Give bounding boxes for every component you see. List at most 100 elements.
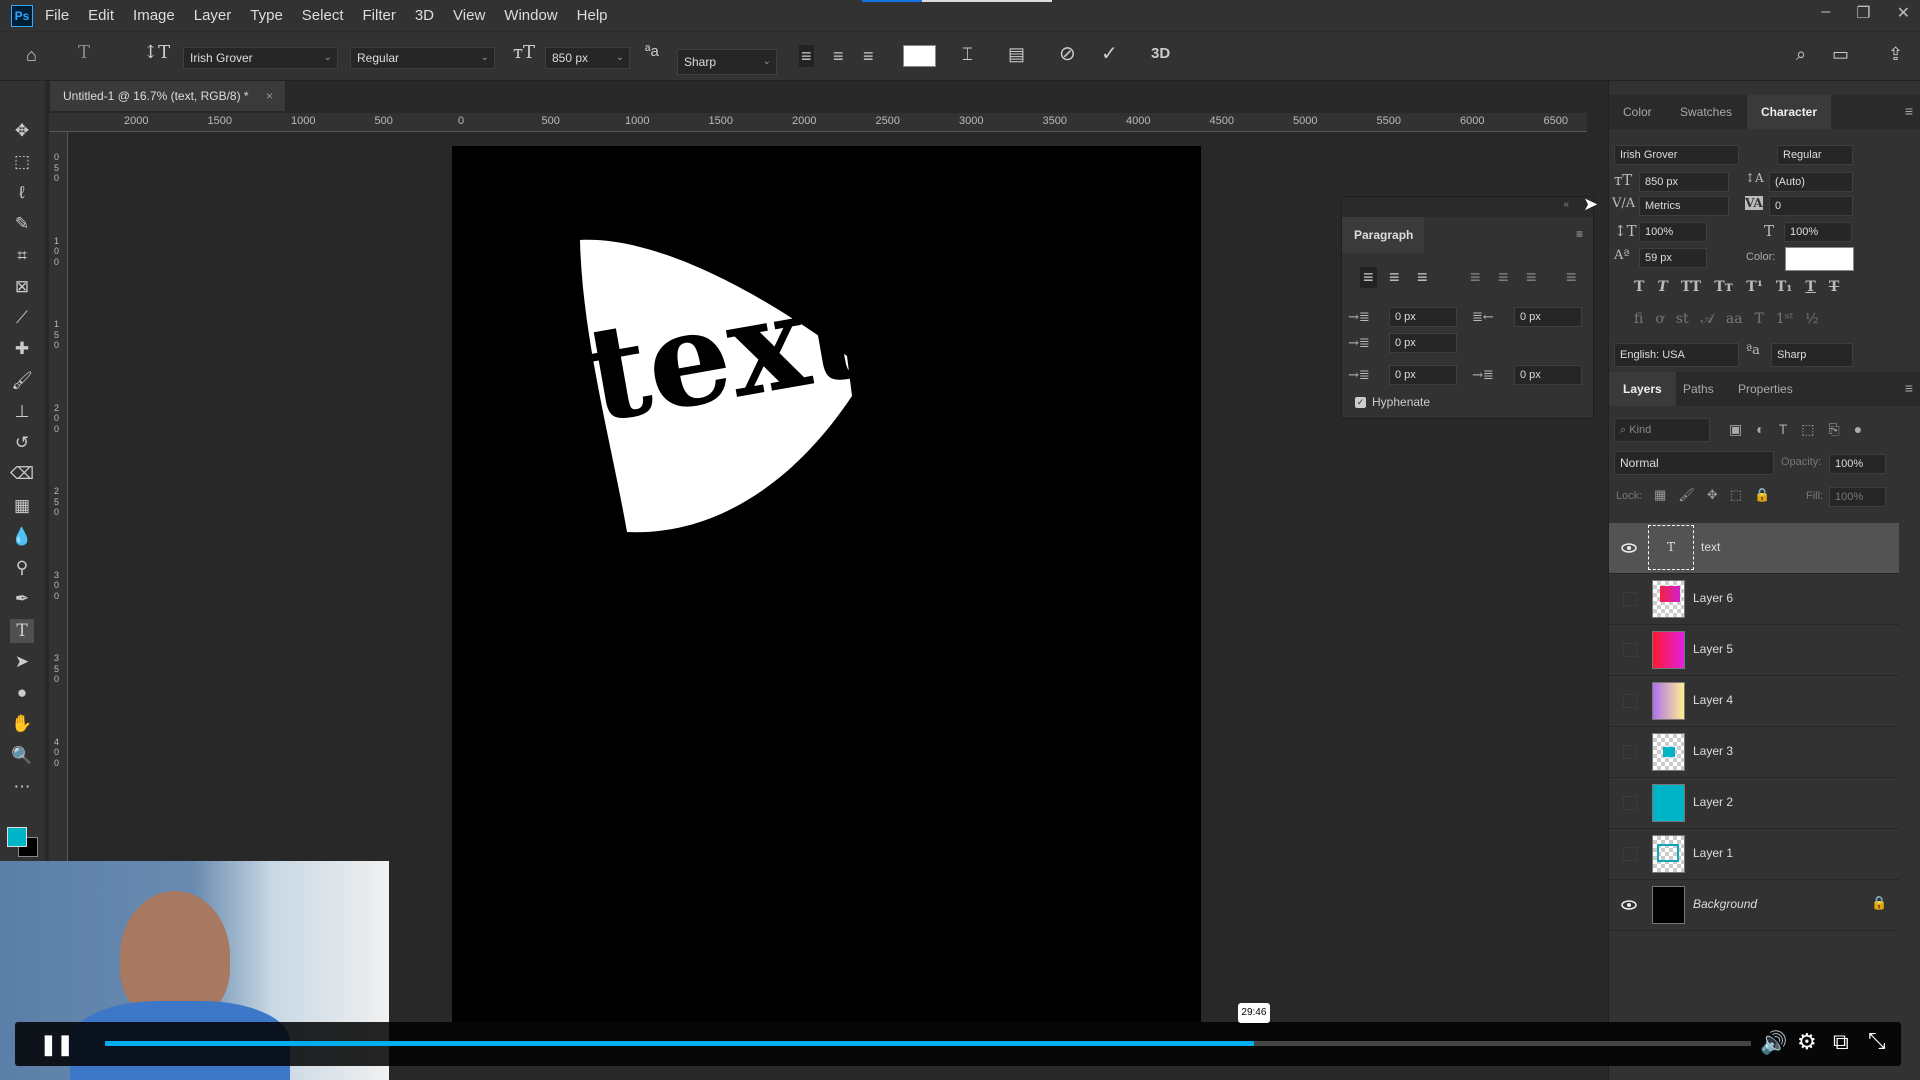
fractions-icon[interactable]: ½ bbox=[1805, 311, 1819, 327]
close-window-icon[interactable]: ✕ bbox=[1897, 3, 1910, 23]
visibility-toggle[interactable] bbox=[1623, 694, 1637, 708]
minimize-icon[interactable]: – bbox=[1821, 3, 1830, 23]
subscript-icon[interactable]: T₁ bbox=[1776, 279, 1793, 295]
close-tab-icon[interactable]: × bbox=[266, 81, 273, 111]
menu-image[interactable]: Image bbox=[133, 7, 175, 24]
tab-layers[interactable]: Layers bbox=[1609, 372, 1676, 406]
char-tracking-field[interactable]: 0 bbox=[1769, 196, 1853, 216]
small-caps-icon[interactable]: Tт bbox=[1714, 279, 1733, 295]
char-hscale-field[interactable]: 100% bbox=[1784, 222, 1852, 242]
char-style-dropdown[interactable]: Regular bbox=[1777, 145, 1853, 165]
ordinals-icon[interactable]: 1ˢᵗ bbox=[1776, 311, 1793, 327]
volume-icon[interactable]: 🔊 bbox=[1760, 1030, 1787, 1056]
share-icon[interactable]: ⇪ bbox=[1888, 45, 1903, 63]
layer-row-layer-3[interactable]: Layer 3 bbox=[1609, 727, 1899, 778]
ligatures-icon[interactable]: fi bbox=[1634, 311, 1643, 327]
indent-right-field[interactable]: 0 px bbox=[1514, 307, 1582, 327]
healing-brush-tool-icon[interactable]: ✚ bbox=[10, 337, 34, 361]
marquee-tool-icon[interactable]: ⬚ bbox=[10, 150, 34, 174]
collapse-icon[interactable]: « bbox=[1563, 199, 1569, 210]
layer-row-layer-5[interactable]: Layer 5 bbox=[1609, 625, 1899, 676]
layer-row-layer-4[interactable]: Layer 4 bbox=[1609, 676, 1899, 727]
paragraph-tab[interactable]: Paragraph bbox=[1342, 217, 1424, 253]
layer-row-layer-2[interactable]: Layer 2 bbox=[1609, 778, 1899, 829]
settings-icon[interactable]: ⚙ bbox=[1797, 1029, 1817, 1055]
swash-icon[interactable]: 𝒜 bbox=[1701, 311, 1714, 327]
layer-row-background[interactable]: Background 🔒 bbox=[1609, 880, 1899, 931]
eye-icon[interactable] bbox=[1621, 897, 1637, 913]
superscript-icon[interactable]: T¹ bbox=[1746, 279, 1763, 295]
pause-icon[interactable]: ❚❚ bbox=[40, 1032, 74, 1057]
pen-tool-icon[interactable]: ✒ bbox=[10, 587, 34, 611]
menu-filter[interactable]: Filter bbox=[363, 7, 396, 24]
faux-italic-icon[interactable]: T bbox=[1657, 279, 1667, 295]
antialias-dropdown[interactable]: Sharp ⌄ bbox=[677, 49, 777, 75]
align-right-icon[interactable]: ≡ bbox=[863, 47, 874, 65]
titling-icon[interactable]: T bbox=[1755, 311, 1764, 327]
all-caps-icon[interactable]: TT bbox=[1681, 279, 1701, 295]
eraser-tool-icon[interactable]: ⌫ bbox=[10, 462, 34, 486]
font-size-dropdown[interactable]: 850 px ⌄ bbox=[545, 47, 630, 69]
align-right-icon[interactable]: ≡ bbox=[1417, 267, 1428, 288]
filter-adjustment-icon[interactable]: ◐ bbox=[1756, 421, 1764, 438]
fill-field[interactable]: 100% bbox=[1829, 487, 1886, 507]
menu-help[interactable]: Help bbox=[577, 7, 608, 24]
search-icon[interactable]: ⌕ bbox=[1796, 45, 1806, 63]
document-tab[interactable]: Untitled-1 @ 16.7% (text, RGB/8) * × bbox=[50, 81, 285, 111]
visibility-toggle[interactable] bbox=[1623, 745, 1637, 759]
visibility-toggle[interactable] bbox=[1623, 796, 1637, 810]
font-style-dropdown[interactable]: Regular ⌄ bbox=[350, 47, 495, 69]
tab-paths[interactable]: Paths bbox=[1669, 372, 1728, 406]
align-center-icon[interactable]: ≡ bbox=[833, 47, 844, 65]
filter-smart-object-icon[interactable]: ⎘ bbox=[1829, 421, 1840, 438]
dodge-tool-icon[interactable]: ⚲ bbox=[10, 556, 34, 580]
ellipse-tool-icon[interactable]: ● bbox=[10, 681, 34, 705]
3d-icon[interactable]: 3D bbox=[1151, 46, 1170, 61]
align-left-icon[interactable]: ≡ bbox=[799, 45, 814, 67]
frame-tool-icon[interactable]: ⊠ bbox=[10, 275, 34, 299]
restore-icon[interactable]: ❐ bbox=[1856, 3, 1870, 23]
lock-position-icon[interactable]: ✥ bbox=[1707, 487, 1718, 503]
zoom-tool-icon[interactable]: 🔍 bbox=[10, 744, 34, 768]
filter-shape-icon[interactable]: ⬚ bbox=[1801, 421, 1814, 438]
stylistic-alternates-icon[interactable]: aa bbox=[1726, 311, 1743, 327]
char-color-swatch[interactable] bbox=[1785, 247, 1854, 271]
language-dropdown[interactable]: English: USA bbox=[1614, 343, 1739, 367]
visibility-toggle[interactable] bbox=[1623, 592, 1637, 606]
justify-left-icon[interactable]: ≡ bbox=[1470, 267, 1481, 288]
cancel-edits-icon[interactable]: ⊘ bbox=[1059, 44, 1076, 64]
text-color-swatch[interactable] bbox=[903, 45, 936, 67]
discretionary-ligatures-icon[interactable]: st bbox=[1676, 311, 1689, 327]
menu-file[interactable]: File bbox=[45, 7, 69, 24]
crop-tool-icon[interactable]: ⌗ bbox=[10, 244, 34, 268]
char-leading-field[interactable]: (Auto) bbox=[1769, 172, 1853, 192]
panel-menu-icon[interactable]: ≡ bbox=[1905, 380, 1913, 396]
more-tools-icon[interactable]: ⋯ bbox=[10, 775, 34, 799]
lock-image-icon[interactable]: 🖌 bbox=[1678, 487, 1695, 503]
underline-icon[interactable]: T bbox=[1805, 279, 1815, 295]
tab-properties[interactable]: Properties bbox=[1724, 372, 1807, 406]
char-font-dropdown[interactable]: Irish Grover bbox=[1614, 145, 1739, 165]
char-baseline-field[interactable]: 59 px bbox=[1639, 248, 1707, 268]
visibility-toggle[interactable] bbox=[1623, 643, 1637, 657]
char-vscale-field[interactable]: 100% bbox=[1639, 222, 1707, 242]
char-kerning-field[interactable]: Metrics bbox=[1639, 196, 1729, 216]
picture-in-picture-icon[interactable]: ⧉ bbox=[1833, 1029, 1849, 1055]
space-after-field[interactable]: 0 px bbox=[1514, 365, 1582, 385]
opacity-field[interactable]: 100% bbox=[1829, 454, 1886, 474]
lock-all-icon[interactable]: 🔒 bbox=[1754, 487, 1770, 503]
brush-tool-icon[interactable]: 🖌 bbox=[10, 369, 34, 393]
canvas[interactable]: text bbox=[452, 146, 1201, 1022]
warp-text-icon[interactable]: ⌶ bbox=[962, 45, 973, 63]
tab-color[interactable]: Color bbox=[1609, 95, 1666, 129]
justify-all-icon[interactable]: ≡ bbox=[1566, 267, 1577, 288]
old-style-icon[interactable]: ơ bbox=[1655, 311, 1663, 327]
layer-filter-dropdown[interactable]: ⌕ Kind bbox=[1614, 418, 1710, 442]
home-icon[interactable]: ⌂ bbox=[26, 46, 37, 64]
layer-row-layer-6[interactable]: Layer 6 bbox=[1609, 574, 1899, 625]
eye-icon[interactable] bbox=[1621, 540, 1637, 556]
visibility-toggle[interactable] bbox=[1623, 847, 1637, 861]
panel-menu-icon[interactable]: ≡ bbox=[1576, 227, 1583, 241]
filter-pixel-icon[interactable]: ▣ bbox=[1729, 421, 1742, 438]
layer-row-text[interactable]: T text bbox=[1609, 523, 1899, 574]
